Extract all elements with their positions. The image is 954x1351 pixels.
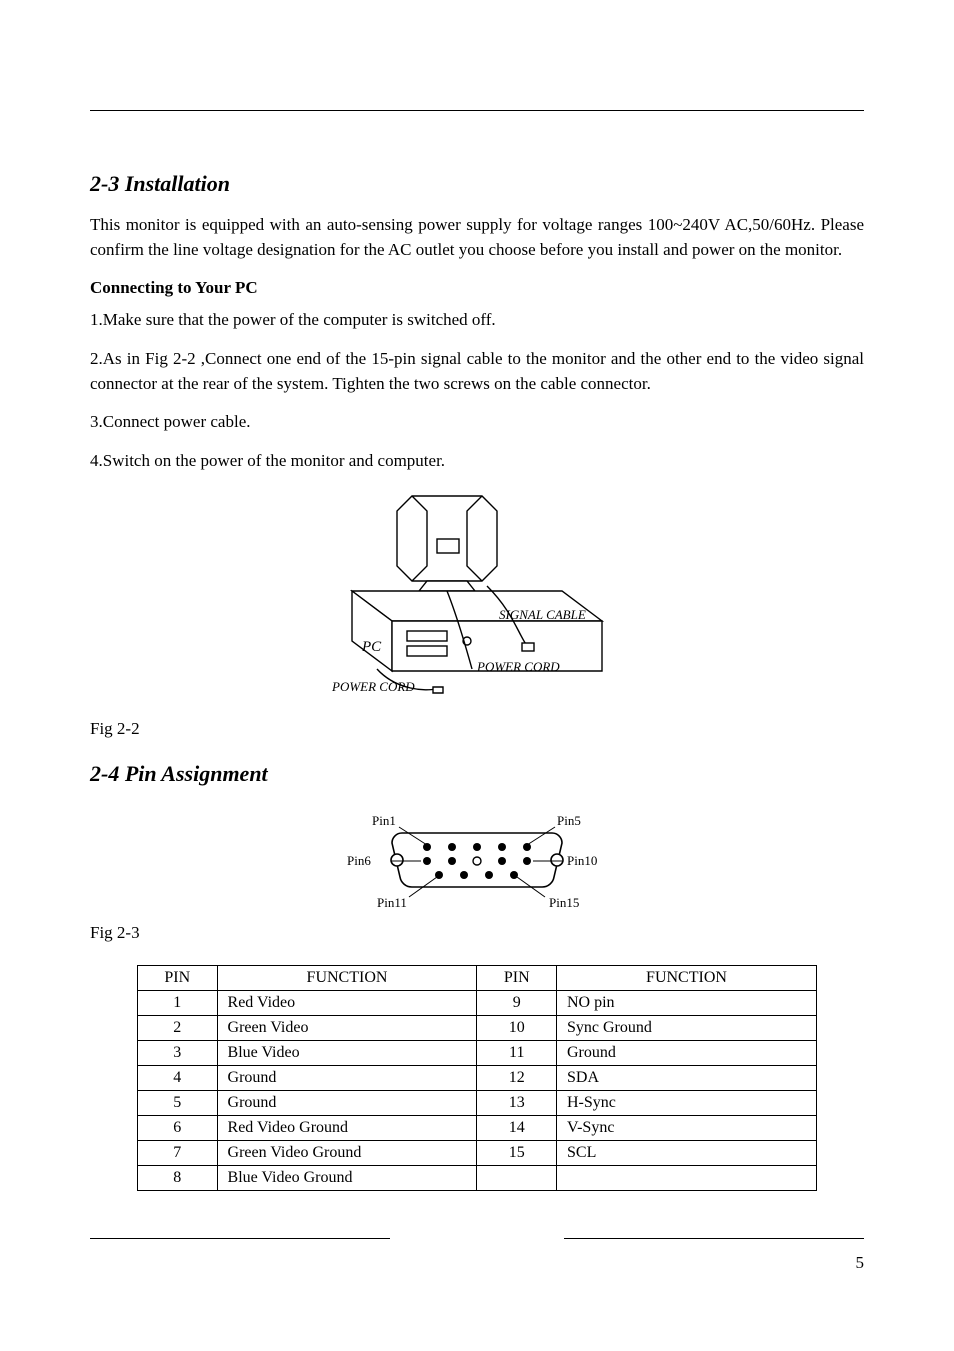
heading-2-3: 2-3 Installation	[90, 171, 864, 197]
cell-pin: 4	[138, 1066, 218, 1091]
figure-2-3: Pin1 Pin5 Pin6 Pin10 Pin11 Pin15	[90, 805, 864, 915]
cell-pin: 1	[138, 991, 218, 1016]
label-pin1: Pin1	[372, 813, 396, 828]
cell-function: Red Video	[217, 991, 477, 1016]
cell-function: V-Sync	[557, 1116, 817, 1141]
cell-pin: 15	[477, 1141, 557, 1166]
page-footer: 5	[90, 1238, 864, 1273]
cell-pin: 7	[138, 1141, 218, 1166]
th-pin-a: PIN	[138, 966, 218, 991]
label-pc: PC	[361, 639, 382, 655]
cell-pin: 3	[138, 1041, 218, 1066]
section-pin-assignment: 2-4 Pin Assignment	[90, 761, 864, 1191]
cell-function: Blue Video	[217, 1041, 477, 1066]
dsub15-connector-icon: Pin1 Pin5 Pin6 Pin10 Pin11 Pin15	[327, 805, 627, 915]
page-number: 5	[90, 1253, 864, 1273]
step-1: 1.Make sure that the power of the comput…	[90, 308, 864, 333]
table-row: 6Red Video Ground14V-Sync	[138, 1116, 817, 1141]
cell-pin: 14	[477, 1116, 557, 1141]
cell-function: SCL	[557, 1141, 817, 1166]
cell-function: Ground	[217, 1091, 477, 1116]
cell-pin: 8	[138, 1166, 218, 1191]
cell-function: SDA	[557, 1066, 817, 1091]
cell-pin: 9	[477, 991, 557, 1016]
cell-function: Ground	[217, 1066, 477, 1091]
label-power-cord-2: POWER CORD	[331, 679, 415, 694]
cell-pin	[477, 1166, 557, 1191]
page-body: 2-3 Installation This monitor is equippe…	[90, 110, 864, 1191]
cell-function: Ground	[557, 1041, 817, 1066]
table-row: 1Red Video9NO pin	[138, 991, 817, 1016]
caption-fig-2-2: Fig 2-2	[90, 719, 864, 739]
step-2: 2.As in Fig 2-2 ,Connect one end of the …	[90, 347, 864, 396]
heading-2-4: 2-4 Pin Assignment	[90, 761, 864, 787]
cell-pin: 6	[138, 1116, 218, 1141]
divider-top	[90, 110, 864, 111]
step-3: 3.Connect power cable.	[90, 410, 864, 435]
pin-assignment-table: PIN FUNCTION PIN FUNCTION 1Red Video9NO …	[137, 965, 817, 1191]
table-row: 4Ground12SDA	[138, 1066, 817, 1091]
cell-pin: 10	[477, 1016, 557, 1041]
label-pin15: Pin15	[549, 895, 579, 910]
cell-function: Green Video Ground	[217, 1141, 477, 1166]
cell-function	[557, 1166, 817, 1191]
cell-function: Sync Ground	[557, 1016, 817, 1041]
table-row: 2Green Video10Sync Ground	[138, 1016, 817, 1041]
cell-pin: 2	[138, 1016, 218, 1041]
cell-pin: 12	[477, 1066, 557, 1091]
label-power-cord-1: POWER CORD	[476, 659, 560, 674]
label-pin11: Pin11	[377, 895, 407, 910]
label-pin10: Pin10	[567, 853, 597, 868]
footer-rule-right	[564, 1238, 864, 1239]
table-row: 7Green Video Ground15SCL	[138, 1141, 817, 1166]
para-voltage: This monitor is equipped with an auto-se…	[90, 213, 864, 262]
subheading-connecting: Connecting to Your PC	[90, 278, 864, 298]
th-pin-b: PIN	[477, 966, 557, 991]
label-pin6: Pin6	[347, 853, 371, 868]
table-row: 3Blue Video11Ground	[138, 1041, 817, 1066]
footer-rule-left	[90, 1238, 390, 1239]
label-pin5: Pin5	[557, 813, 581, 828]
cell-function: Blue Video Ground	[217, 1166, 477, 1191]
monitor-pc-diagram-icon: SIGNAL CABLE PC POWER CORD POWER CORD	[317, 491, 637, 711]
table-row: 8Blue Video Ground	[138, 1166, 817, 1191]
table-row: 5Ground13H-Sync	[138, 1091, 817, 1116]
cell-function: Green Video	[217, 1016, 477, 1041]
table-header-row: PIN FUNCTION PIN FUNCTION	[138, 966, 817, 991]
figure-2-2: SIGNAL CABLE PC POWER CORD POWER CORD	[90, 491, 864, 711]
cell-function: Red Video Ground	[217, 1116, 477, 1141]
step-4: 4.Switch on the power of the monitor and…	[90, 449, 864, 474]
footer-rules	[90, 1238, 864, 1239]
cell-function: H-Sync	[557, 1091, 817, 1116]
cell-pin: 13	[477, 1091, 557, 1116]
th-func-a: FUNCTION	[217, 966, 477, 991]
label-signal-cable: SIGNAL CABLE	[499, 607, 586, 622]
cell-pin: 11	[477, 1041, 557, 1066]
section-installation: 2-3 Installation This monitor is equippe…	[90, 171, 864, 739]
caption-fig-2-3: Fig 2-3	[90, 923, 864, 943]
cell-function: NO pin	[557, 991, 817, 1016]
cell-pin: 5	[138, 1091, 218, 1116]
th-func-b: FUNCTION	[557, 966, 817, 991]
